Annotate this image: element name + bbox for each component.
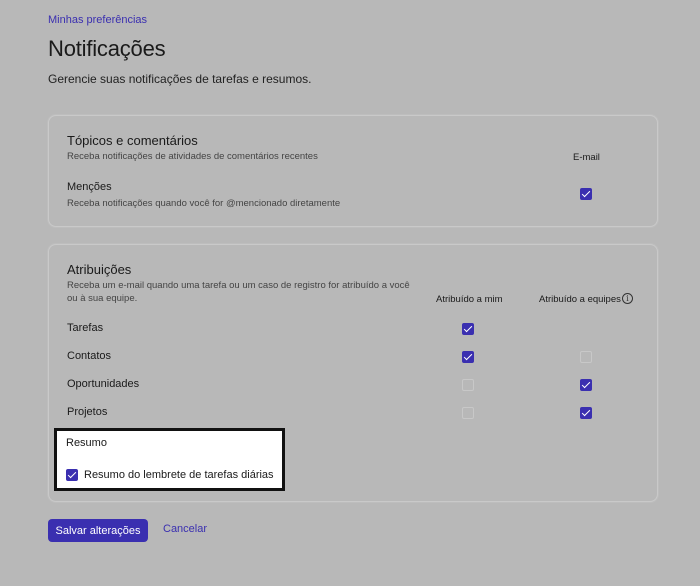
row-label-opportunities: Oportunidades xyxy=(67,378,140,390)
assignments-title: Atribuições xyxy=(67,262,132,277)
topics-subtitle: Receba notificações de atividades de com… xyxy=(67,151,318,162)
projects-assigned-me-checkbox[interactable] xyxy=(462,407,474,419)
mentions-description: Receba notificações quando você for @men… xyxy=(67,198,341,209)
info-icon[interactable]: i xyxy=(622,293,633,304)
row-label-contacts: Contatos xyxy=(67,350,112,362)
opportunities-assigned-teams-checkbox[interactable] xyxy=(580,379,592,391)
topics-title: Tópicos e comentários xyxy=(67,133,198,148)
projects-assigned-teams-checkbox[interactable] xyxy=(580,407,592,419)
topics-card: Tópicos e comentários Receba notificaçõe… xyxy=(48,115,658,227)
contacts-assigned-me-checkbox[interactable] xyxy=(462,351,474,363)
row-label-tasks: Tarefas xyxy=(67,322,104,334)
save-button[interactable]: Salvar alterações xyxy=(48,519,148,542)
summary-section: Resumo Resumo do lembrete de tarefas diá… xyxy=(54,428,285,491)
column-assigned-me-header: Atribuído a mim xyxy=(436,294,503,305)
column-email-header: E-mail xyxy=(573,152,600,163)
daily-task-reminder-checkbox[interactable] xyxy=(66,469,78,481)
tasks-assigned-me-checkbox[interactable] xyxy=(462,323,474,335)
assignments-subtitle-line2: ou à sua equipe. xyxy=(67,293,138,304)
page-title: Notificações xyxy=(48,36,166,61)
mentions-label: Menções xyxy=(67,181,112,193)
assignments-subtitle-line1: Receba um e-mail quando uma tarefa ou um… xyxy=(67,280,410,291)
mentions-email-checkbox[interactable] xyxy=(580,188,592,200)
cancel-button[interactable]: Cancelar xyxy=(163,523,207,535)
page-description: Gerencie suas notificações de tarefas e … xyxy=(48,72,312,86)
opportunities-assigned-me-checkbox[interactable] xyxy=(462,379,474,391)
breadcrumb[interactable]: Minhas preferências xyxy=(48,14,147,26)
summary-title: Resumo xyxy=(66,437,107,449)
contacts-assigned-teams-checkbox[interactable] xyxy=(580,351,592,363)
row-label-projects: Projetos xyxy=(67,406,108,418)
daily-task-reminder-label[interactable]: Resumo do lembrete de tarefas diárias xyxy=(84,469,274,481)
column-assigned-teams-header: Atribuído a equipes xyxy=(539,294,621,305)
